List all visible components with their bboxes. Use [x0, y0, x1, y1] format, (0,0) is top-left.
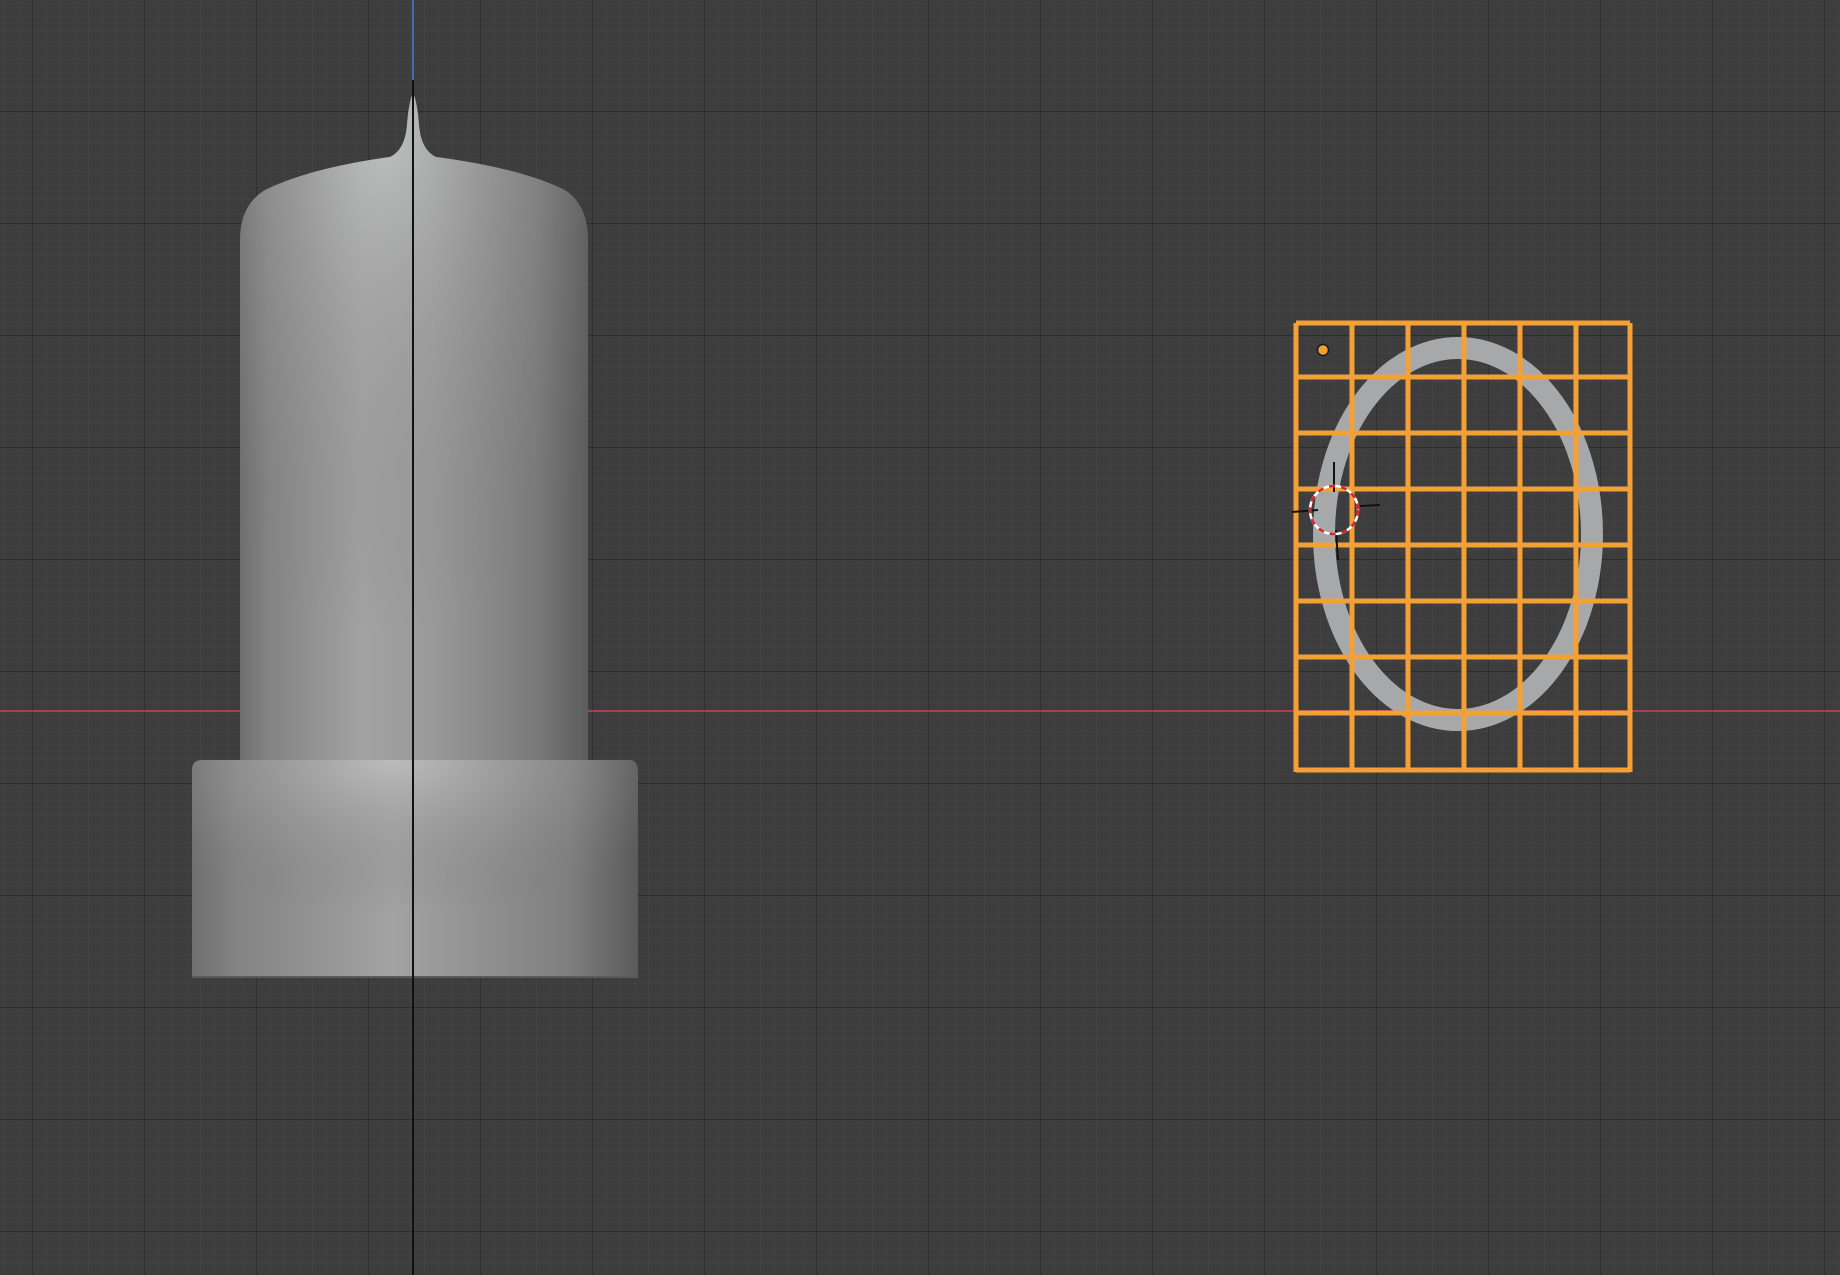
lattice-object[interactable] [1293, 320, 1633, 773]
scene-canvas[interactable] [0, 0, 1840, 1275]
lattice-origin-dot[interactable] [1316, 343, 1330, 357]
ring-object[interactable] [1313, 337, 1603, 731]
tube-base-highlight [192, 760, 638, 978]
3d-viewport[interactable] [0, 0, 1840, 1275]
vacuum-tube-object[interactable] [192, 95, 638, 978]
